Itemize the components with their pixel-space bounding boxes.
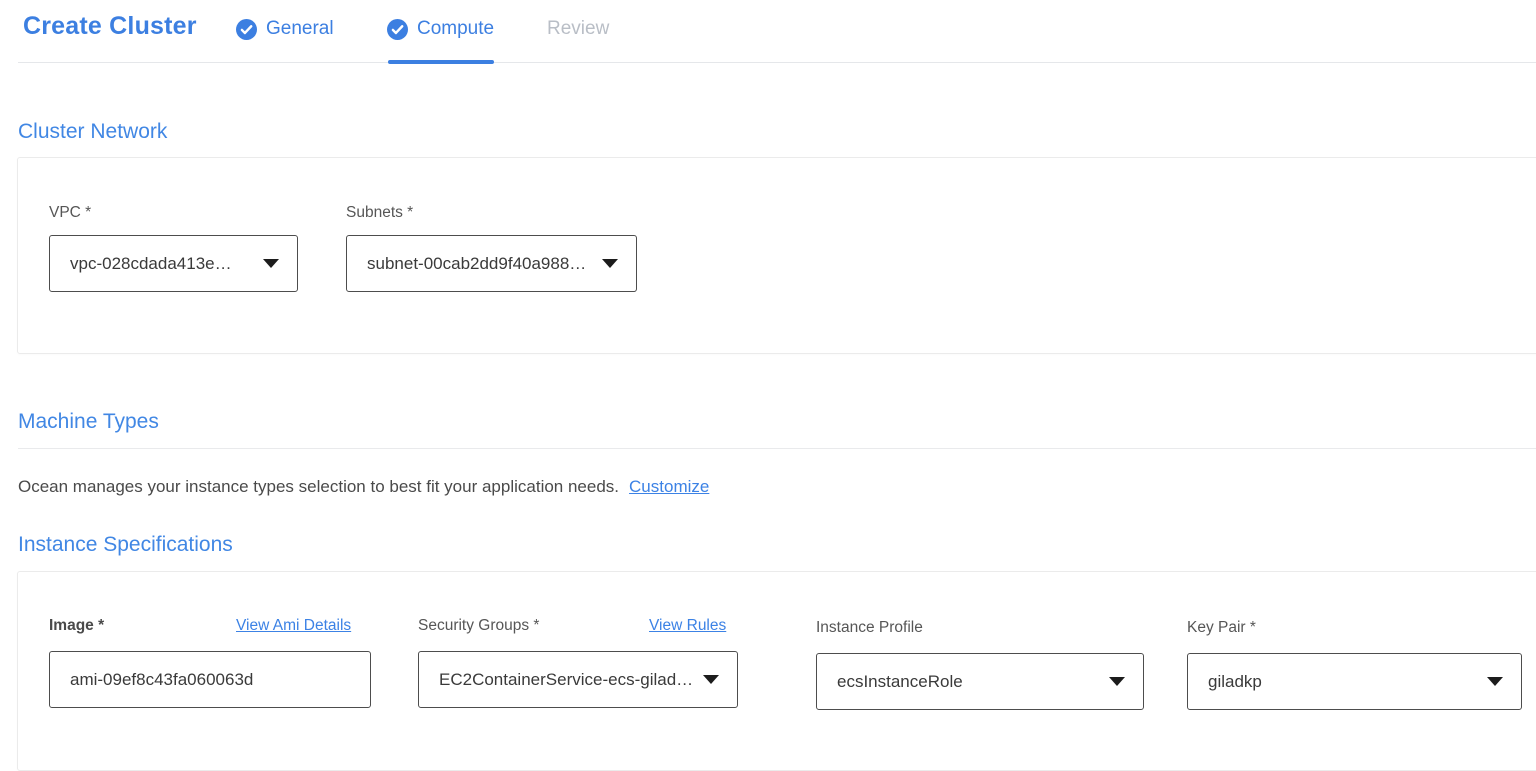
security-groups-dropdown[interactable]: EC2ContainerService-ecs-gilad…	[418, 651, 738, 708]
instance-profile-dropdown[interactable]: ecsInstanceRole	[816, 653, 1144, 710]
cluster-network-card: VPC * vpc-028cdada413e… Subnets * subnet…	[17, 157, 1536, 354]
subnets-dropdown[interactable]: subnet-00cab2dd9f40a988…	[346, 235, 637, 292]
machine-types-divider	[18, 448, 1536, 449]
check-circle-icon	[387, 19, 408, 40]
tab-compute-label: Compute	[417, 18, 494, 40]
section-heading-machine-types: Machine Types	[18, 410, 159, 434]
vpc-selected-value: vpc-028cdada413e…	[70, 254, 232, 274]
caret-down-icon	[703, 675, 719, 684]
customize-link[interactable]: Customize	[629, 477, 709, 497]
tab-compute[interactable]: Compute	[387, 16, 494, 42]
check-circle-icon	[236, 19, 257, 40]
view-rules-link[interactable]: View Rules	[649, 617, 726, 635]
vpc-label: VPC *	[49, 204, 91, 222]
subnets-label: Subnets *	[346, 204, 413, 222]
security-groups-selected-value: EC2ContainerService-ecs-gilad…	[439, 670, 691, 690]
image-label: Image *	[49, 617, 104, 635]
tab-general[interactable]: General	[236, 16, 334, 42]
key-pair-label: Key Pair *	[1187, 619, 1256, 637]
view-ami-details-link[interactable]: View Ami Details	[236, 617, 351, 635]
subnets-selected-value: subnet-00cab2dd9f40a988…	[367, 254, 586, 274]
key-pair-selected-value: giladkp	[1208, 672, 1262, 692]
security-groups-label: Security Groups *	[418, 617, 539, 635]
tab-general-label: General	[266, 18, 334, 40]
caret-down-icon	[1487, 677, 1503, 686]
instance-profile-label: Instance Profile	[816, 619, 923, 637]
section-heading-cluster-network: Cluster Network	[18, 120, 167, 144]
section-heading-instance-specifications: Instance Specifications	[18, 533, 233, 557]
page-title: Create Cluster	[23, 12, 197, 41]
tab-review-label: Review	[547, 18, 609, 40]
caret-down-icon	[1109, 677, 1125, 686]
machine-types-description: Ocean manages your instance types select…	[18, 477, 619, 497]
caret-down-icon	[602, 259, 618, 268]
header-divider	[18, 62, 1536, 63]
image-input[interactable]	[49, 651, 371, 708]
caret-down-icon	[263, 259, 279, 268]
tab-review[interactable]: Review	[547, 16, 609, 42]
vpc-dropdown[interactable]: vpc-028cdada413e…	[49, 235, 298, 292]
instance-specifications-card: Image * View Ami Details Security Groups…	[17, 571, 1536, 771]
instance-profile-selected-value: ecsInstanceRole	[837, 672, 963, 692]
key-pair-dropdown[interactable]: giladkp	[1187, 653, 1522, 710]
active-tab-underline	[388, 60, 494, 64]
